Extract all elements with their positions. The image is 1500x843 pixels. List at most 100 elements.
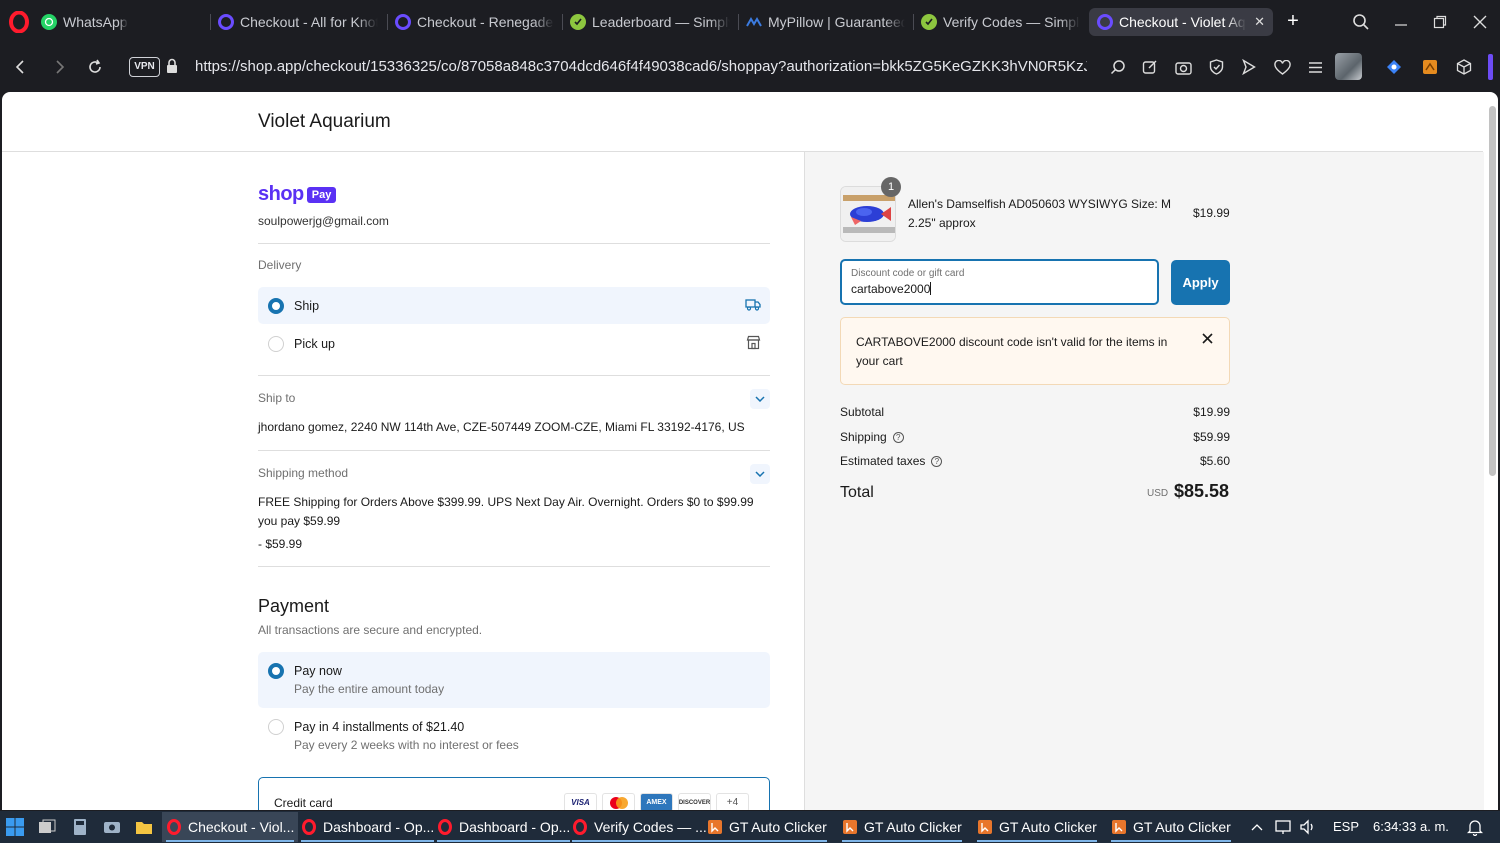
minimize-icon[interactable]: [1389, 10, 1413, 34]
tab-whatsapp[interactable]: WhatsApp: [33, 8, 173, 36]
opera-icon: [573, 819, 587, 835]
payment-option-installments[interactable]: Pay in 4 installments of $21.40 Pay ever…: [258, 708, 770, 764]
calculator-icon[interactable]: [70, 817, 90, 837]
restore-icon[interactable]: [1428, 10, 1452, 34]
mastercard-logo: [602, 793, 635, 810]
opera-icon: [302, 819, 316, 835]
help-icon[interactable]: ?: [892, 431, 904, 443]
radio-selected[interactable]: [268, 297, 284, 314]
ship-to-heading: Ship to: [258, 391, 296, 405]
extension-icon[interactable]: [1382, 55, 1406, 79]
divider: [258, 243, 770, 244]
taskbar-app-label: Dashboard - Op...: [323, 819, 435, 835]
store-icon: [746, 335, 761, 350]
subtotal-label: Subtotal: [840, 405, 885, 419]
tab-checkout-renegade[interactable]: Checkout - Renegade Gi: [387, 8, 562, 36]
page-search-icon[interactable]: [1106, 55, 1130, 79]
new-tab-button[interactable]: +: [1282, 10, 1304, 32]
text-cursor: [930, 282, 932, 295]
taskbar-app-checkout[interactable]: Checkout - Viol...: [162, 812, 299, 842]
delivery-option-ship[interactable]: Ship: [258, 287, 770, 324]
tab-checkout-knotti[interactable]: Checkout - All for Knotti: [210, 8, 386, 36]
credit-card-option[interactable]: Credit card VISA AMEX DISCOVER +4: [258, 777, 770, 810]
running-indicator: [1111, 840, 1231, 842]
search-tabs-icon[interactable]: [1349, 10, 1373, 34]
forward-arrow-icon[interactable]: [48, 55, 72, 79]
close-window-icon[interactable]: [1468, 10, 1492, 34]
delivery-option-label: Pick up: [294, 336, 335, 351]
menu-icon[interactable]: [1303, 55, 1327, 79]
total-label: Total: [840, 484, 874, 501]
volume-icon[interactable]: [1298, 817, 1318, 837]
store-name[interactable]: Violet Aquarium: [258, 111, 391, 133]
delivery-option-pickup[interactable]: Pick up: [258, 325, 770, 362]
payment-option-pay-now[interactable]: Pay now Pay the entire amount today: [258, 652, 770, 708]
shipping-value: $59.99: [1193, 430, 1230, 444]
opera-logo-icon[interactable]: [9, 11, 29, 33]
file-explorer-icon[interactable]: [134, 817, 154, 837]
shop-pay-logo: shop Pay: [258, 183, 337, 206]
total-currency: USD: [1147, 488, 1169, 499]
taskbar-app-dashboard[interactable]: Dashboard - Op...: [433, 812, 574, 842]
radio-unselected[interactable]: [268, 719, 284, 735]
camera-icon[interactable]: [1171, 55, 1195, 79]
taskbar-app-verify-codes[interactable]: Verify Codes — ...: [568, 812, 711, 842]
radio-selected[interactable]: [268, 663, 284, 679]
discount-field-value[interactable]: cartabove2000: [851, 282, 932, 296]
taskbar-app-label: GT Auto Clicker: [864, 819, 962, 835]
tab-label: Checkout - All for Knotti: [240, 14, 378, 30]
taskbar-app-gt-auto-clicker[interactable]: GT Auto Clicker: [1107, 812, 1235, 842]
credit-card-label: Credit card: [274, 796, 333, 810]
vpn-badge[interactable]: VPN: [129, 57, 160, 77]
help-icon[interactable]: ?: [931, 455, 943, 467]
network-icon[interactable]: [1274, 817, 1294, 837]
taskbar-app-gt-auto-clicker[interactable]: GT Auto Clicker: [973, 812, 1101, 842]
taskbar-app-dashboard[interactable]: Dashboard - Op...: [297, 812, 438, 842]
url-field[interactable]: https://shop.app/checkout/15336325/co/87…: [195, 57, 1087, 77]
send-icon[interactable]: [1237, 55, 1261, 79]
divider: [258, 566, 770, 567]
notification-bell-icon[interactable]: [1465, 817, 1485, 837]
divider: [258, 375, 770, 376]
windows-start-icon[interactable]: [5, 817, 25, 837]
shield-icon[interactable]: [1204, 55, 1228, 79]
product-name: Allen's Damselfish AD050603 WYSIWYG Size…: [908, 197, 1172, 230]
lock-icon[interactable]: [166, 58, 178, 74]
running-indicator: [437, 840, 571, 842]
close-tab-icon[interactable]: ✕: [1246, 14, 1265, 30]
payment-option-label: Pay now: [294, 664, 342, 678]
discount-code-input[interactable]: Discount code or gift card cartabove2000: [840, 259, 1159, 305]
extension-icon[interactable]: [1418, 55, 1442, 79]
reload-icon[interactable]: [83, 55, 107, 79]
tab-label: WhatsApp: [63, 14, 128, 30]
task-view-icon[interactable]: [37, 817, 57, 837]
tray-chevron-up-icon[interactable]: [1247, 817, 1267, 837]
running-indicator: [301, 840, 435, 842]
radio-unselected[interactable]: [268, 335, 284, 352]
profile-avatar[interactable]: [1335, 53, 1362, 80]
page-scrollbar[interactable]: [1489, 106, 1496, 476]
edit-icon[interactable]: [1138, 55, 1162, 79]
chevron-down-icon[interactable]: [750, 389, 770, 409]
tab-checkout-violet-aquarium[interactable]: Checkout - Violet Aqu ✕: [1089, 8, 1273, 36]
opera-icon: [167, 819, 181, 835]
tab-verify-codes[interactable]: Verify Codes — SimplyC: [913, 8, 1088, 36]
heart-icon[interactable]: [1270, 55, 1294, 79]
close-icon[interactable]: [1202, 333, 1213, 344]
back-arrow-icon[interactable]: [8, 55, 32, 79]
chevron-down-icon[interactable]: [750, 464, 770, 484]
tab-leaderboard[interactable]: Leaderboard — SimplyC: [562, 8, 738, 36]
taskbar-app-gt-auto-clicker[interactable]: GT Auto Clicker: [703, 812, 831, 842]
system-clock[interactable]: 6:34:33 a. m.: [1373, 819, 1449, 834]
apply-button[interactable]: Apply: [1171, 260, 1230, 305]
taskbar: Checkout - Viol... Dashboard - Op... Das…: [0, 811, 1500, 843]
divider: [258, 450, 770, 451]
cube-icon[interactable]: [1452, 55, 1476, 79]
tab-mypillow[interactable]: MyPillow | Guaranteed th: [738, 8, 913, 36]
camera-app-icon[interactable]: [102, 817, 122, 837]
taskbar-app-gt-auto-clicker[interactable]: GT Auto Clicker: [838, 812, 966, 842]
store-header: Violet Aquarium: [2, 92, 1483, 152]
visa-logo: VISA: [564, 793, 597, 810]
tab-label: Leaderboard — SimplyC: [592, 14, 730, 30]
input-language[interactable]: ESP: [1333, 819, 1359, 834]
